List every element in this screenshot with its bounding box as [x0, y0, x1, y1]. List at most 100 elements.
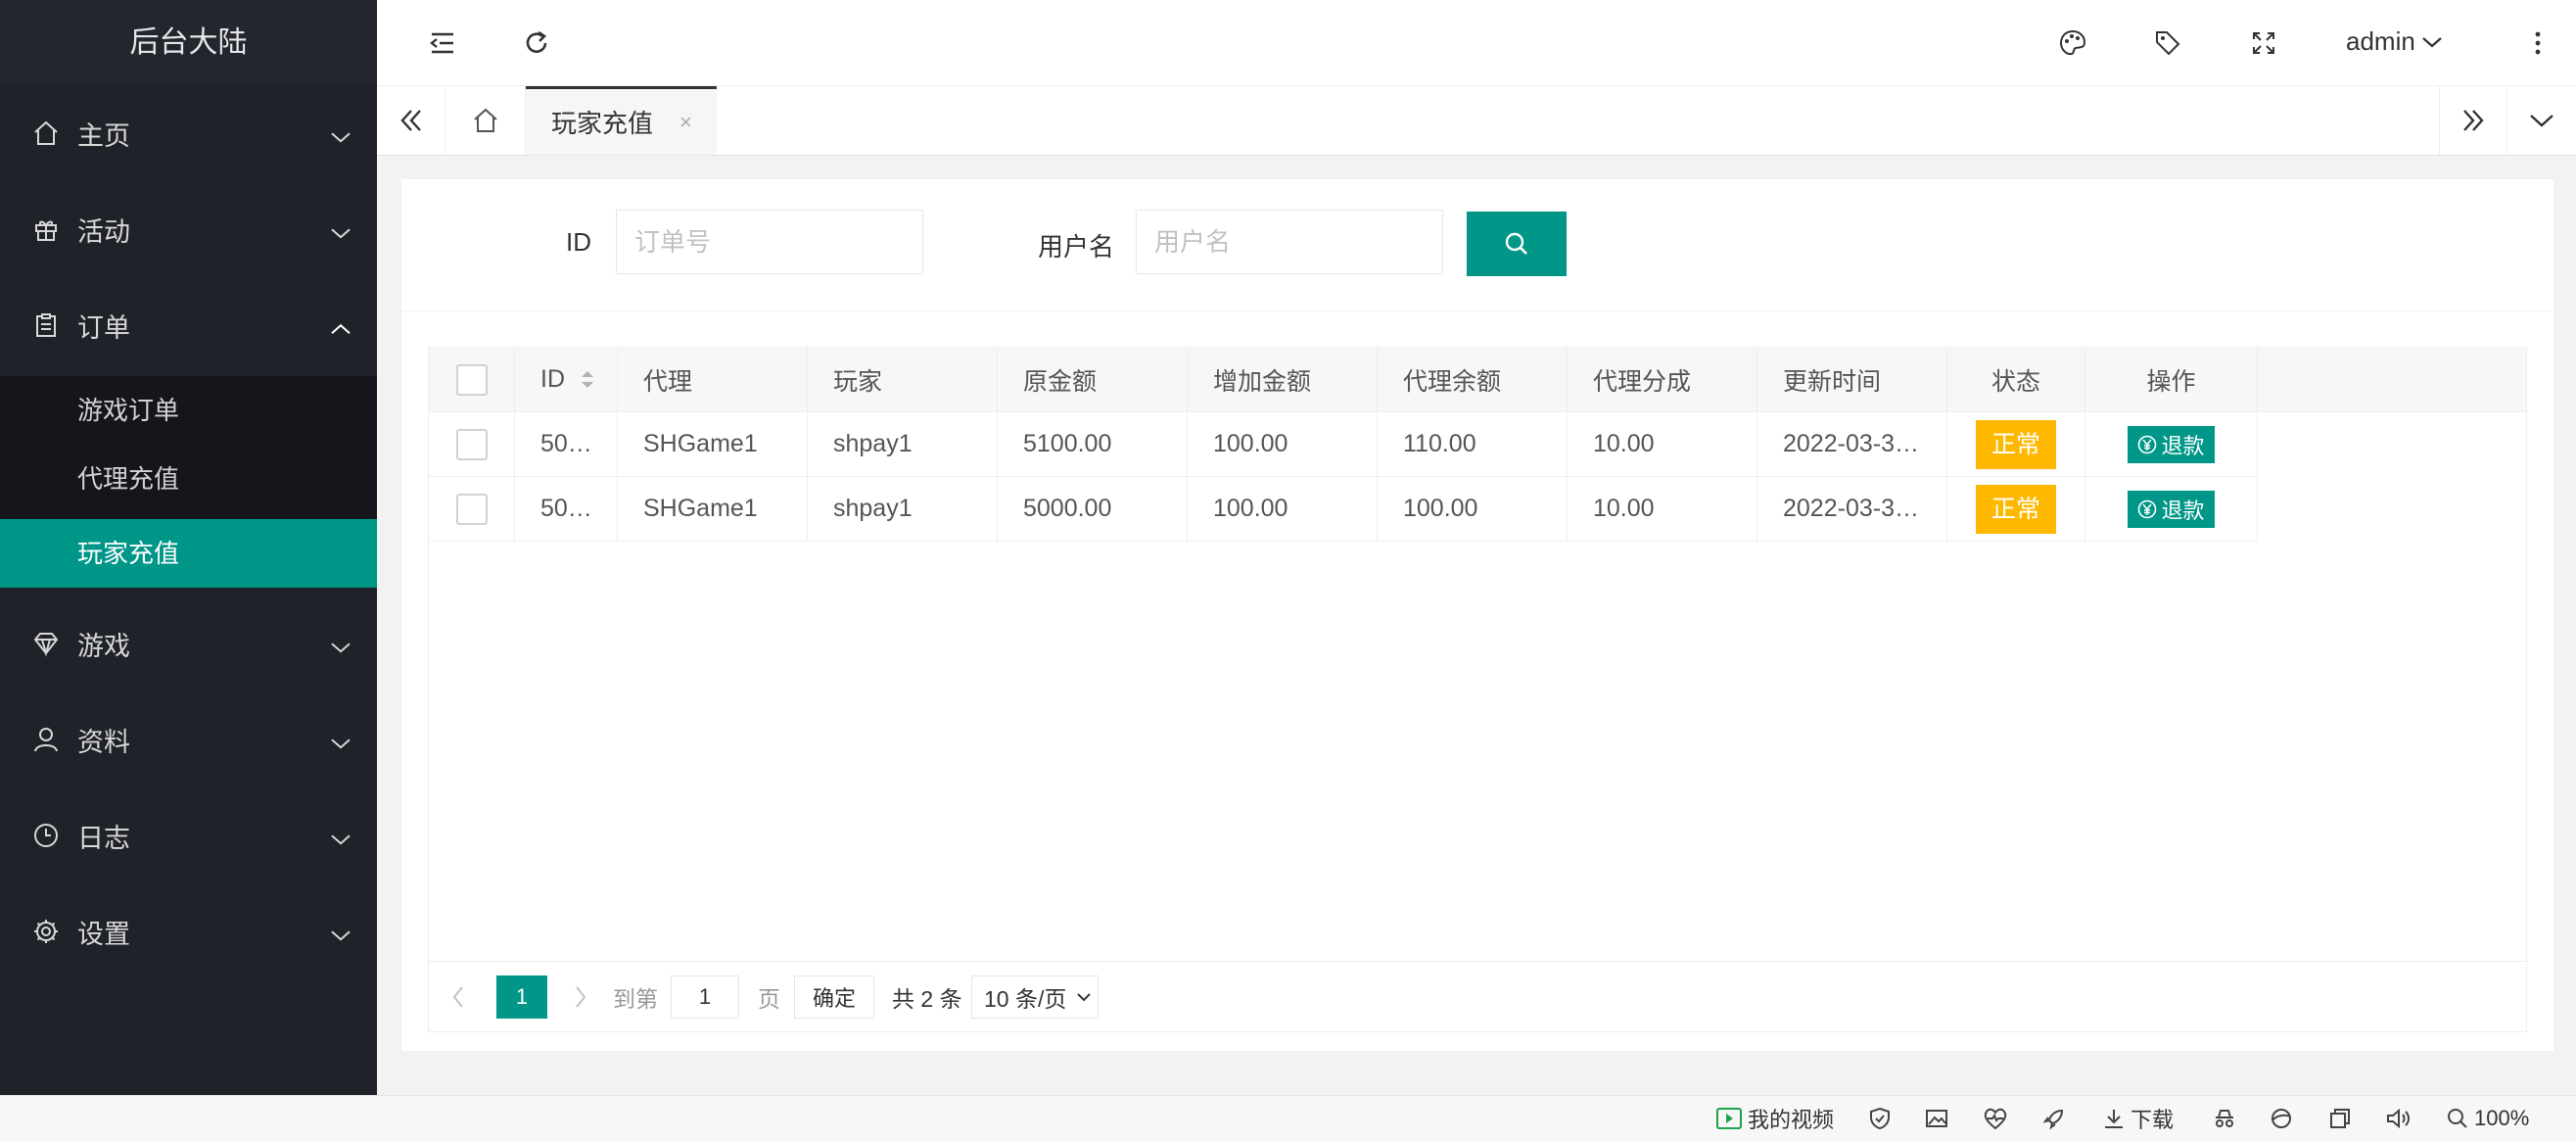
column-header-player: 玩家 [808, 348, 998, 412]
home-icon [473, 108, 497, 132]
orders-submenu: 游戏订单 代理充值 玩家充值 [0, 376, 377, 588]
search-icon [1505, 232, 1527, 255]
cell-original-amount: 5000.00 [998, 477, 1188, 542]
username-label: 用户名 [1038, 232, 1115, 261]
clipboard-icon [36, 313, 56, 337]
select-all-checkbox[interactable] [455, 363, 488, 396]
refund-button[interactable]: 退款 [2128, 490, 2215, 528]
recharge-table: ID 代理 玩家 原金额 增加金额 代理余额 代理分成 更新时间 状态 操作 5… [428, 347, 2528, 1032]
tab-player-recharge[interactable]: 玩家充值 × [526, 86, 717, 155]
sidebar-item-logs[interactable]: 日志 [0, 787, 377, 883]
sidebar-item-home[interactable]: 主页 [0, 85, 377, 181]
cell-status: 正常 [1947, 477, 2085, 542]
palette-icon[interactable] [2058, 28, 2087, 58]
cell-original-amount: 5100.00 [998, 412, 1188, 477]
sidebar-item-label: 设置 [77, 919, 130, 949]
clock-icon [34, 824, 58, 847]
column-header-updated-time: 更新时间 [1757, 348, 1947, 412]
yen-icon [2138, 499, 2157, 518]
sidebar-item-activity[interactable]: 活动 [0, 181, 377, 277]
zoom-control[interactable]: 100% [2447, 1106, 2529, 1131]
refresh-icon[interactable] [522, 28, 551, 58]
image-icon[interactable] [1925, 1107, 1948, 1130]
order-id-input[interactable] [616, 210, 923, 274]
my-video-button[interactable]: 我的视频 [1716, 1103, 1834, 1134]
sort-icon[interactable] [581, 370, 594, 389]
chevron-down-icon [1077, 992, 1092, 1001]
column-header-agent-share: 代理分成 [1568, 348, 1757, 412]
page-size-select[interactable]: 10 条/页 [971, 975, 1099, 1019]
gear-icon [34, 920, 58, 943]
column-label: ID [540, 365, 565, 393]
sidebar-item-profile[interactable]: 资料 [0, 691, 377, 787]
cell-id: 50… [515, 477, 618, 542]
user-menu[interactable]: admin [2346, 26, 2443, 57]
sidebar-item-label: 主页 [77, 120, 130, 151]
column-header-id[interactable]: ID [515, 348, 618, 412]
row-checkbox[interactable] [455, 493, 488, 525]
table-row: 50… SHGame1 shpay1 5100.00 100.00 110.00… [429, 412, 2258, 477]
status-badge: 正常 [1975, 419, 2056, 469]
username-input[interactable] [1136, 210, 1443, 274]
sidebar-item-label: 游戏 [77, 631, 130, 661]
goto-confirm-button[interactable]: 确定 [794, 975, 874, 1019]
health-heart-icon[interactable] [1983, 1107, 2008, 1130]
sidebar-item-label: 资料 [77, 727, 130, 757]
page-size-value: 10 条/页 [984, 985, 1067, 1012]
browser-mode-icon[interactable] [2270, 1107, 2293, 1130]
sidebar-item-games[interactable]: 游戏 [0, 595, 377, 691]
page-unit-label: 页 [758, 985, 780, 1012]
incognito-icon[interactable] [2213, 1107, 2236, 1130]
cell-agent-share: 10.00 [1568, 412, 1757, 477]
tab-home[interactable] [445, 86, 526, 155]
tab-scroll-left-button[interactable] [377, 86, 445, 155]
collapse-menu-icon[interactable] [428, 28, 457, 58]
current-page-button[interactable]: 1 [496, 975, 547, 1019]
refund-button[interactable]: 退款 [2128, 425, 2215, 463]
column-header-agent-balance: 代理余额 [1378, 348, 1568, 412]
sidebar-item-orders[interactable]: 订单 [0, 277, 377, 373]
cell-id: 50… [515, 412, 618, 477]
chevron-down-icon [2422, 36, 2442, 47]
sidebar-subitem-game-orders[interactable]: 游戏订单 [0, 376, 377, 445]
row-checkbox[interactable] [455, 428, 488, 460]
sidebar-item-settings[interactable]: 设置 [0, 883, 377, 979]
chevron-down-icon [331, 228, 351, 239]
cell-agent-share: 10.00 [1568, 477, 1757, 542]
fullscreen-icon[interactable] [2249, 28, 2278, 58]
volume-icon[interactable] [2385, 1107, 2411, 1130]
tab-scroll-right-button[interactable] [2439, 86, 2507, 155]
column-header-original-amount: 原金额 [998, 348, 1188, 412]
goto-label: 到第 [613, 985, 658, 1012]
sidebar-item-label: 订单 [77, 312, 130, 343]
window-icon[interactable] [2329, 1108, 2351, 1129]
sidebar-subitem-player-recharge[interactable]: 玩家充值 [0, 519, 377, 588]
cell-agent-balance: 100.00 [1378, 477, 1568, 542]
chevron-down-icon [331, 834, 351, 845]
zoom-icon [2448, 1109, 2467, 1128]
tab-options-button[interactable] [2507, 86, 2576, 155]
close-icon[interactable]: × [679, 110, 692, 135]
video-play-icon [1716, 1108, 1742, 1129]
cell-added-amount: 100.00 [1188, 477, 1378, 542]
search-button[interactable] [1467, 212, 1567, 276]
prev-page-icon[interactable] [450, 984, 466, 1010]
column-header-actions: 操作 [2085, 348, 2258, 412]
tag-icon[interactable] [2153, 28, 2182, 58]
rocket-icon[interactable] [2042, 1107, 2066, 1130]
row-select-cell [429, 412, 515, 477]
next-page-icon[interactable] [573, 984, 588, 1010]
download-button[interactable]: 下载 [2103, 1103, 2174, 1134]
id-label: ID [566, 227, 591, 257]
yen-icon [2138, 435, 2157, 453]
download-icon [2105, 1110, 2123, 1128]
column-header-added-amount: 增加金额 [1188, 348, 1378, 412]
diamond-icon [33, 633, 59, 657]
home-icon [34, 120, 58, 145]
shield-icon[interactable] [1868, 1107, 1892, 1130]
more-vertical-icon[interactable] [2523, 28, 2553, 58]
goto-page-input[interactable] [671, 975, 739, 1019]
sidebar-subitem-agent-recharge[interactable]: 代理充值 [0, 445, 377, 513]
gift-icon [35, 220, 57, 241]
select-all-cell [429, 348, 515, 412]
